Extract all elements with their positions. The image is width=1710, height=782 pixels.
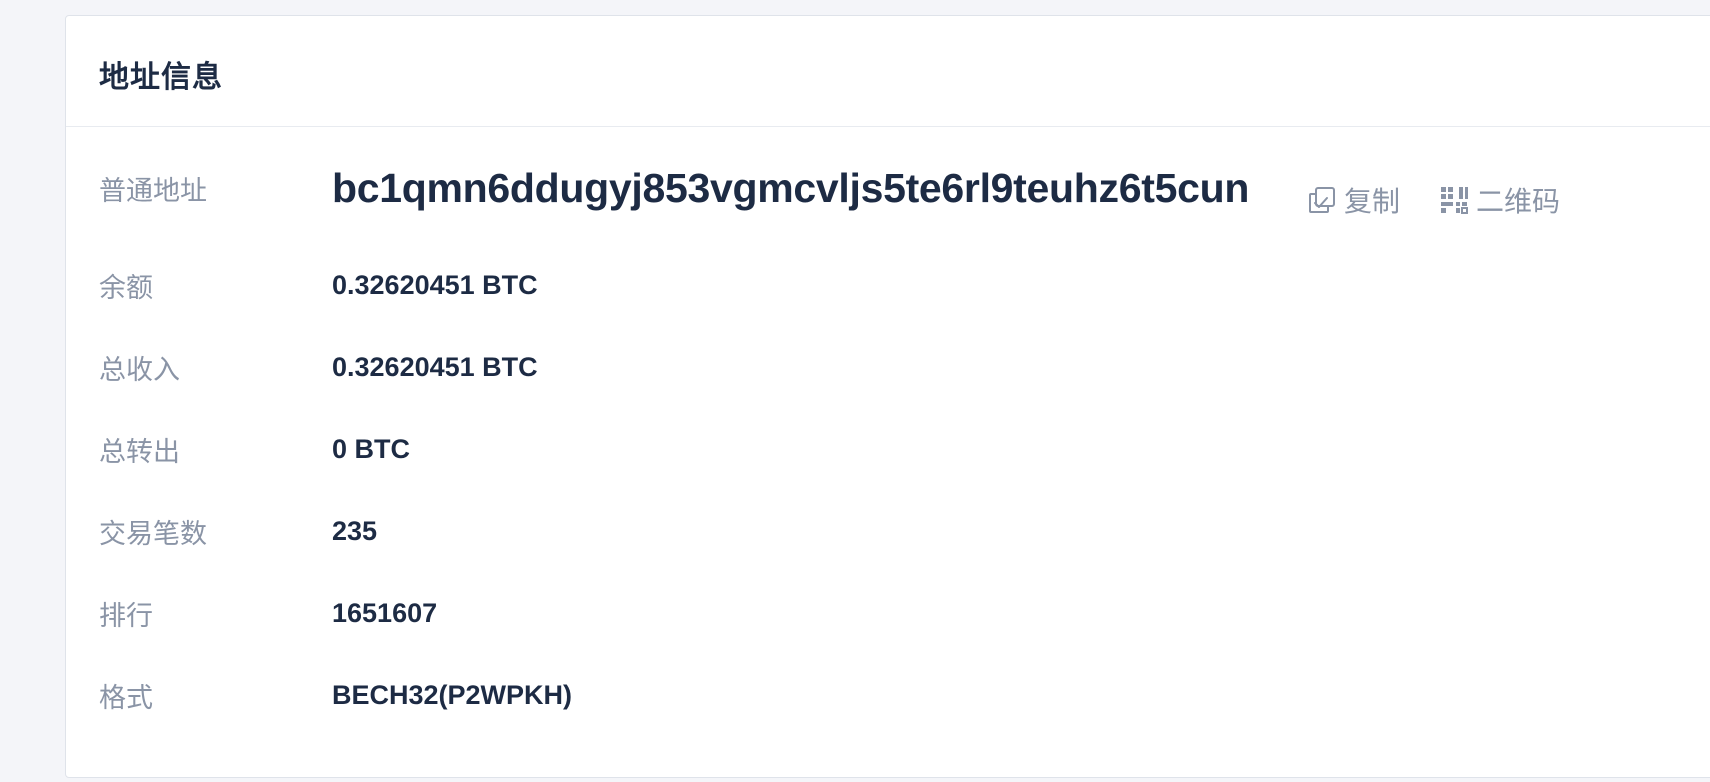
copy-label: 复制 — [1344, 185, 1401, 218]
format-row: 格式 BECH32(P2WPKH) — [99, 676, 572, 715]
balance-label: 余额 — [99, 273, 153, 304]
copy-button[interactable]: 复制 — [1308, 180, 1400, 220]
balance-value: 0.32620451 BTC — [332, 270, 538, 300]
card-header: 地址信息 — [66, 16, 1710, 127]
address-row: 普通地址 bc1qmn6ddugyj853vgmcvljs5te6rl9teuh… — [99, 165, 1249, 212]
address-info-card: 地址信息 普通地址 bc1qmn6ddugyj853vgmcvljs5te6rl… — [65, 15, 1710, 778]
total-sent-row: 总转出 0 BTC — [99, 430, 410, 469]
qrcode-icon — [1440, 186, 1468, 214]
format-value: BECH32(P2WPKH) — [332, 680, 573, 710]
address-value[interactable]: bc1qmn6ddugyj853vgmcvljs5te6rl9teuhz6t5c… — [332, 165, 1249, 212]
tx-count-value: 235 — [332, 516, 378, 546]
format-label: 格式 — [99, 683, 153, 714]
rank-value: 1651607 — [332, 598, 438, 628]
copy-icon — [1308, 186, 1336, 214]
total-received-label: 总收入 — [99, 355, 180, 386]
total-received-row: 总收入 0.32620451 BTC — [99, 348, 538, 387]
total-sent-label: 总转出 — [99, 437, 180, 468]
balance-row: 余额 0.32620451 BTC — [99, 266, 538, 305]
rank-row: 排行 1651607 — [99, 594, 437, 633]
rank-label: 排行 — [99, 601, 153, 632]
tx-count-row: 交易笔数 235 — [99, 512, 377, 551]
card-title: 地址信息 — [99, 60, 223, 95]
qrcode-label: 二维码 — [1476, 185, 1561, 218]
total-received-value: 0.32620451 BTC — [332, 352, 538, 382]
total-sent-value: 0 BTC — [332, 434, 411, 464]
tx-count-label: 交易笔数 — [99, 519, 207, 550]
qrcode-button[interactable]: 二维码 — [1440, 180, 1560, 220]
address-label: 普通地址 — [99, 176, 207, 207]
